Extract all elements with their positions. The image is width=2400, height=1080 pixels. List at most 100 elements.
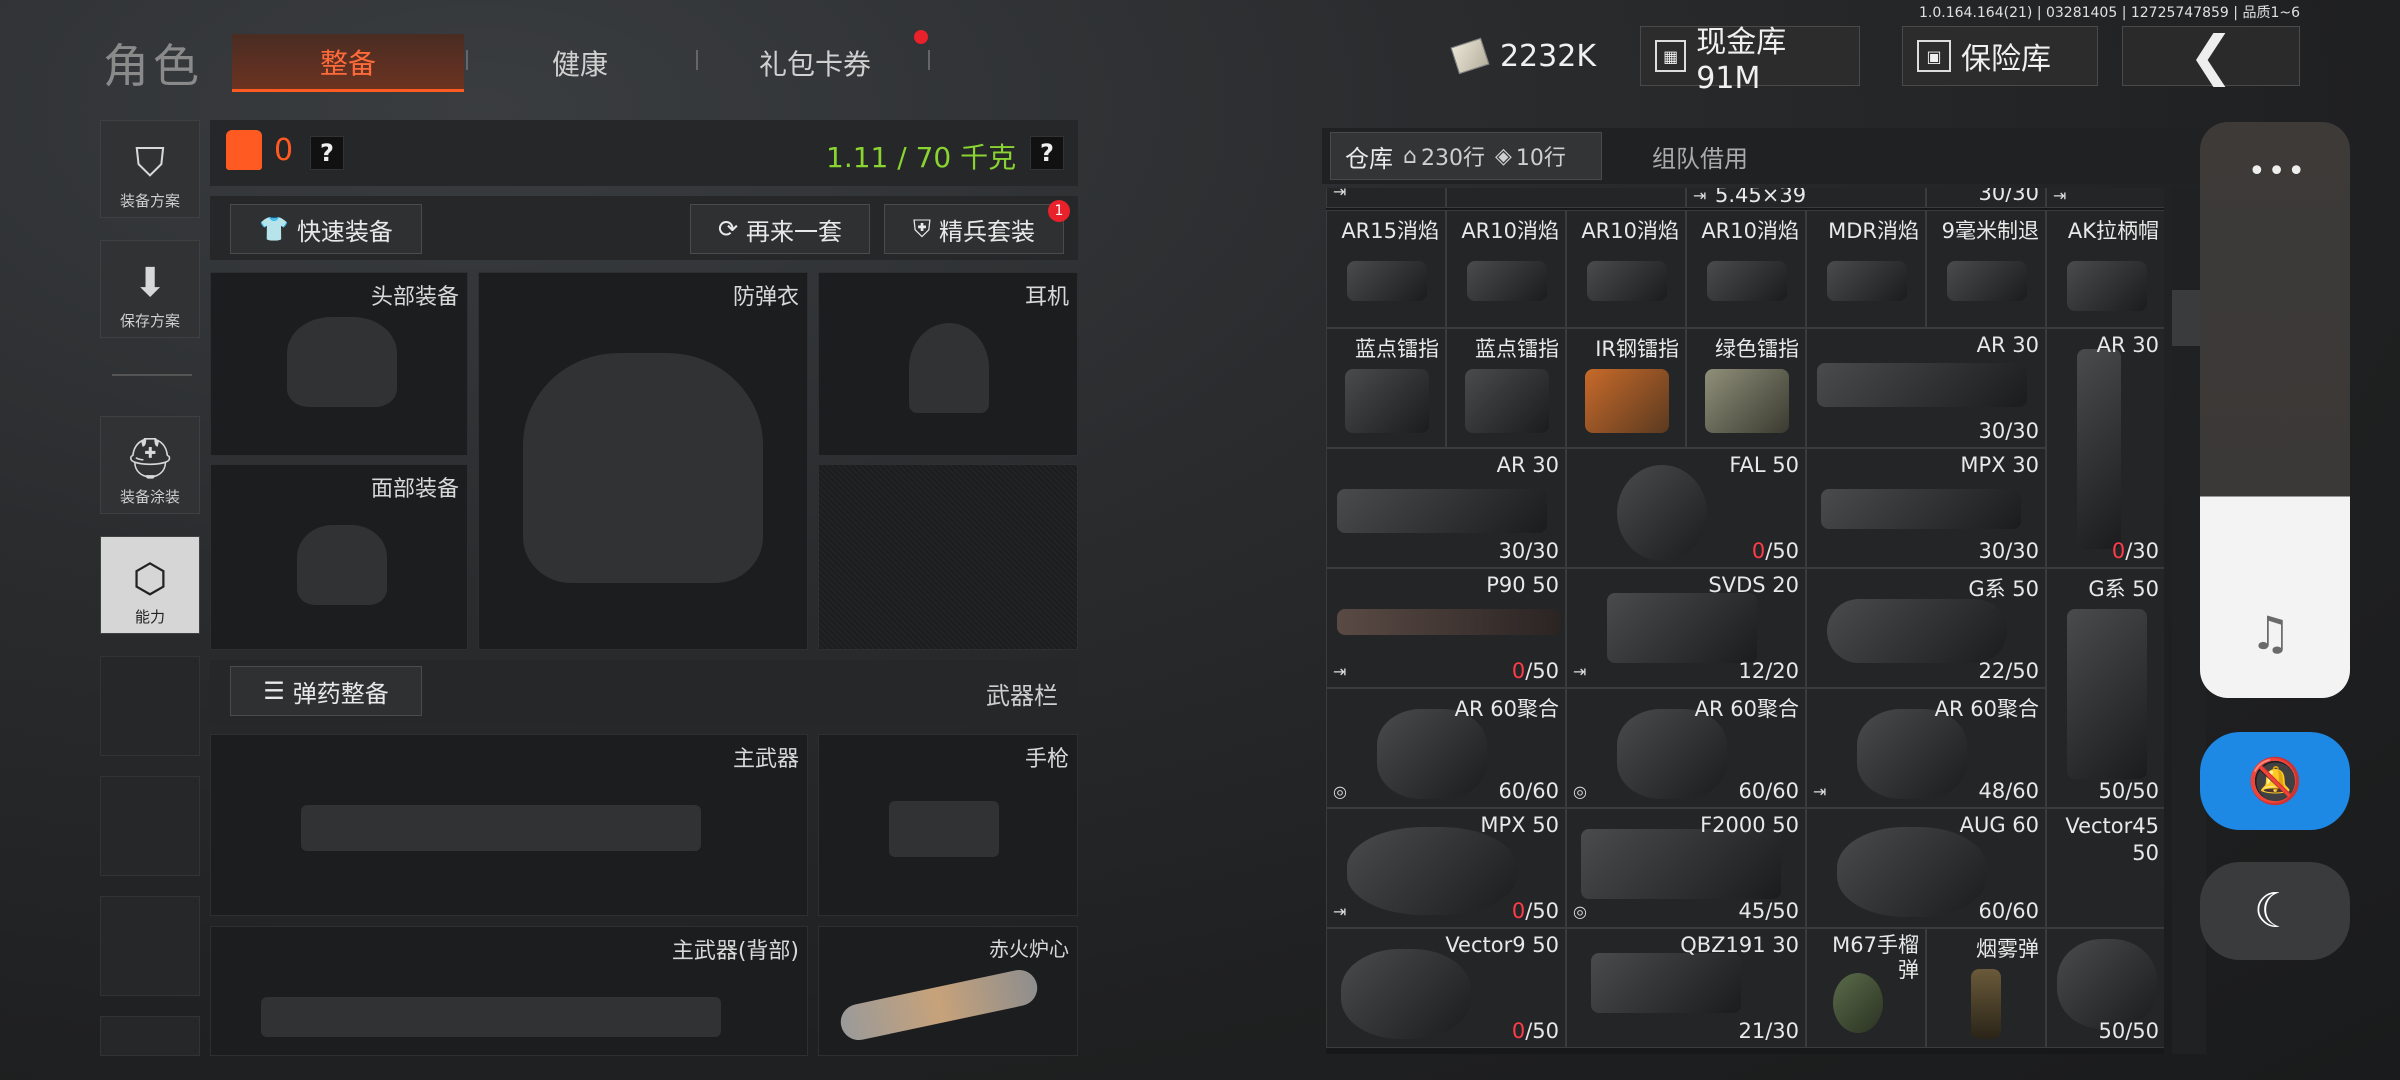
- download-icon: ⬇: [133, 260, 167, 306]
- help-button[interactable]: ?: [310, 136, 344, 170]
- item-cell[interactable]: AUG 60 60/60: [1806, 808, 2046, 928]
- item-cell[interactable]: IR钢镭指: [1566, 328, 1686, 448]
- sidebar-item-ability[interactable]: ⬡ 能力: [100, 536, 200, 634]
- item-cell[interactable]: Vector9 50 0/50: [1326, 928, 1566, 1048]
- tab-health[interactable]: 健康: [470, 34, 690, 92]
- item-cell[interactable]: MPX 50 ⇥ 0/50: [1326, 808, 1566, 928]
- item-cell[interactable]: ⇥: [2046, 188, 2164, 208]
- item-cell[interactable]: 绿色镭指: [1686, 328, 1806, 448]
- slot-ear[interactable]: 耳机: [818, 272, 1078, 456]
- slot-main-weapon[interactable]: 主武器: [210, 734, 808, 916]
- elite-set-button[interactable]: ⛨ 精兵套装: [884, 204, 1064, 254]
- item-cell[interactable]: F2000 50 ◎ 45/50: [1566, 808, 1806, 928]
- item-cell[interactable]: 30/30: [1926, 188, 2046, 208]
- item-count: 60/60: [1978, 899, 2039, 923]
- slot-pistol[interactable]: 手枪: [818, 734, 1078, 916]
- item-cell[interactable]: AR10消焰: [1686, 210, 1806, 328]
- item-cell[interactable]: AK拉柄帽: [2046, 210, 2164, 328]
- item-cell[interactable]: AR15消焰: [1326, 210, 1446, 328]
- item-cell[interactable]: 50/50: [2046, 928, 2164, 1048]
- slot-vest[interactable]: 防弹衣: [478, 272, 808, 650]
- item-cell[interactable]: AR10消焰: [1446, 210, 1566, 328]
- item-count: 0/30: [2111, 539, 2159, 563]
- item-cell[interactable]: AR 30 30/30: [1326, 448, 1566, 568]
- version-info: 1.0.164.164(21) | 03281405 | 12725747859…: [1919, 5, 2300, 21]
- item-cell[interactable]: G系 50 22/50: [1806, 568, 2046, 688]
- item-cell[interactable]: QBZ191 30 21/30: [1566, 928, 1806, 1048]
- item-cell[interactable]: [1446, 188, 1686, 208]
- item-name: AR 60聚合: [1694, 697, 1799, 721]
- warehouse-grid[interactable]: ⇥ 5.45×39 ⇥ 30/30 ⇥ AR15消焰 AR10消焰 AR10消焰 …: [1326, 188, 2164, 1054]
- item-cell[interactable]: P90 50 ⇥ 0/50: [1326, 568, 1566, 688]
- weapon-bar-label: 武器栏: [986, 682, 1058, 710]
- slot-main-weapon-back[interactable]: 主武器(背部): [210, 926, 808, 1056]
- safe-icon: ▣: [1917, 40, 1951, 72]
- tab-warehouse[interactable]: 仓库 ⌂ 230行 ◈ 10行: [1330, 132, 1602, 180]
- more-icon[interactable]: •••: [2248, 154, 2307, 189]
- ammo-icon: ☰: [263, 677, 285, 705]
- mute-notification-button[interactable]: 🔕: [2200, 732, 2350, 830]
- laser-icon: [1585, 369, 1669, 433]
- item-cell[interactable]: MPX 30 30/30: [1806, 448, 2046, 568]
- moon-icon: ☾: [2253, 883, 2297, 939]
- tab-gift-coupons[interactable]: 礼包卡券: [700, 34, 930, 92]
- help-button[interactable]: ?: [1030, 136, 1064, 170]
- item-cell[interactable]: SVDS 20 ⇥ 12/20: [1566, 568, 1806, 688]
- armor-vest-icon: [226, 130, 262, 170]
- tab-team-borrow[interactable]: 组队借用: [1610, 132, 1790, 180]
- item-name: 蓝点镭指: [1355, 337, 1439, 361]
- item-name: Vector9 50: [1445, 933, 1559, 957]
- item-cell[interactable]: AR 60聚合 ◎ 60/60: [1566, 688, 1806, 808]
- slot-face[interactable]: 面部装备: [210, 464, 468, 650]
- exit-icon: ⇥: [1333, 188, 1347, 201]
- slot-label: 耳机: [1024, 285, 1069, 310]
- night-mode-button[interactable]: ☾: [2200, 862, 2350, 960]
- item-cell[interactable]: M67手榴弹: [1806, 928, 1926, 1048]
- item-cell[interactable]: FAL 50 0/50: [1566, 448, 1806, 568]
- item-count: 60/60: [1498, 779, 1559, 803]
- elite-set-label: 精兵套装: [939, 217, 1035, 246]
- item-cell[interactable]: AR10消焰: [1566, 210, 1686, 328]
- item-cell[interactable]: Vector45 50: [2046, 808, 2164, 928]
- item-count: 0/50: [1511, 1019, 1559, 1043]
- insurance-button[interactable]: ▣ 保险库: [1902, 26, 2098, 86]
- armor-icon: [523, 353, 763, 583]
- back-button[interactable]: ❮: [2122, 26, 2300, 86]
- mask-icon: [297, 525, 387, 605]
- magazine-icon: [1817, 363, 2027, 407]
- item-cell[interactable]: 蓝点镭指: [1326, 328, 1446, 448]
- item-cell[interactable]: 蓝点镭指: [1446, 328, 1566, 448]
- ammo-button[interactable]: ☰ 弹药整备: [230, 666, 422, 716]
- shirt-icon: 👕: [259, 215, 289, 243]
- sidebar-item-save-plan[interactable]: ⬇ 保存方案: [100, 240, 200, 338]
- item-cell[interactable]: AR 30 30/30: [1806, 328, 2046, 448]
- slot-melee[interactable]: 赤火炉心: [818, 926, 1078, 1056]
- item-cell[interactable]: ⇥: [1326, 188, 1446, 208]
- item-name: F2000 50: [1700, 813, 1799, 837]
- item-cell[interactable]: G系 50 50/50: [2046, 568, 2164, 808]
- sidebar-item-equip-plan[interactable]: ⛉ 装备方案: [100, 120, 200, 218]
- item-cell[interactable]: AR 60聚合 ⇥ 48/60: [1806, 688, 2046, 808]
- again-set-button[interactable]: ⟳ 再来一套: [690, 204, 870, 254]
- item-cell[interactable]: 5.45×39 ⇥: [1686, 188, 1926, 208]
- tab-equip[interactable]: 整备: [232, 34, 464, 92]
- item-cell[interactable]: MDR消焰: [1806, 210, 1926, 328]
- item-name: AR 60聚合: [1934, 697, 2039, 721]
- music-icon[interactable]: ♫: [2250, 606, 2291, 660]
- item-cell[interactable]: 9毫米制退: [1926, 210, 2046, 328]
- item-name: AR10消焰: [1581, 219, 1679, 243]
- item-cell[interactable]: AR 60聚合 ◎ 60/60: [1326, 688, 1566, 808]
- item-count: 0/50: [1511, 659, 1559, 683]
- laser-icon: [1345, 369, 1429, 433]
- armor-count-value: 0: [274, 132, 294, 168]
- item-count: 50/50: [2098, 1019, 2159, 1043]
- sidebar-item-paint[interactable]: ⛑ 装备涂装: [100, 416, 200, 514]
- sidebar-empty-slot: [100, 656, 200, 756]
- item-cell[interactable]: 烟雾弹: [1926, 928, 2046, 1048]
- item-cell[interactable]: AR 30 0/30: [2046, 328, 2164, 568]
- slot-head[interactable]: 头部装备: [210, 272, 468, 456]
- laser-icon: [1705, 369, 1789, 433]
- vault-icon: ▦: [1655, 40, 1687, 72]
- cash-vault-button[interactable]: ▦ 现金库 91M: [1640, 25, 1860, 96]
- quick-equip-button[interactable]: 👕 快速装备: [230, 204, 422, 254]
